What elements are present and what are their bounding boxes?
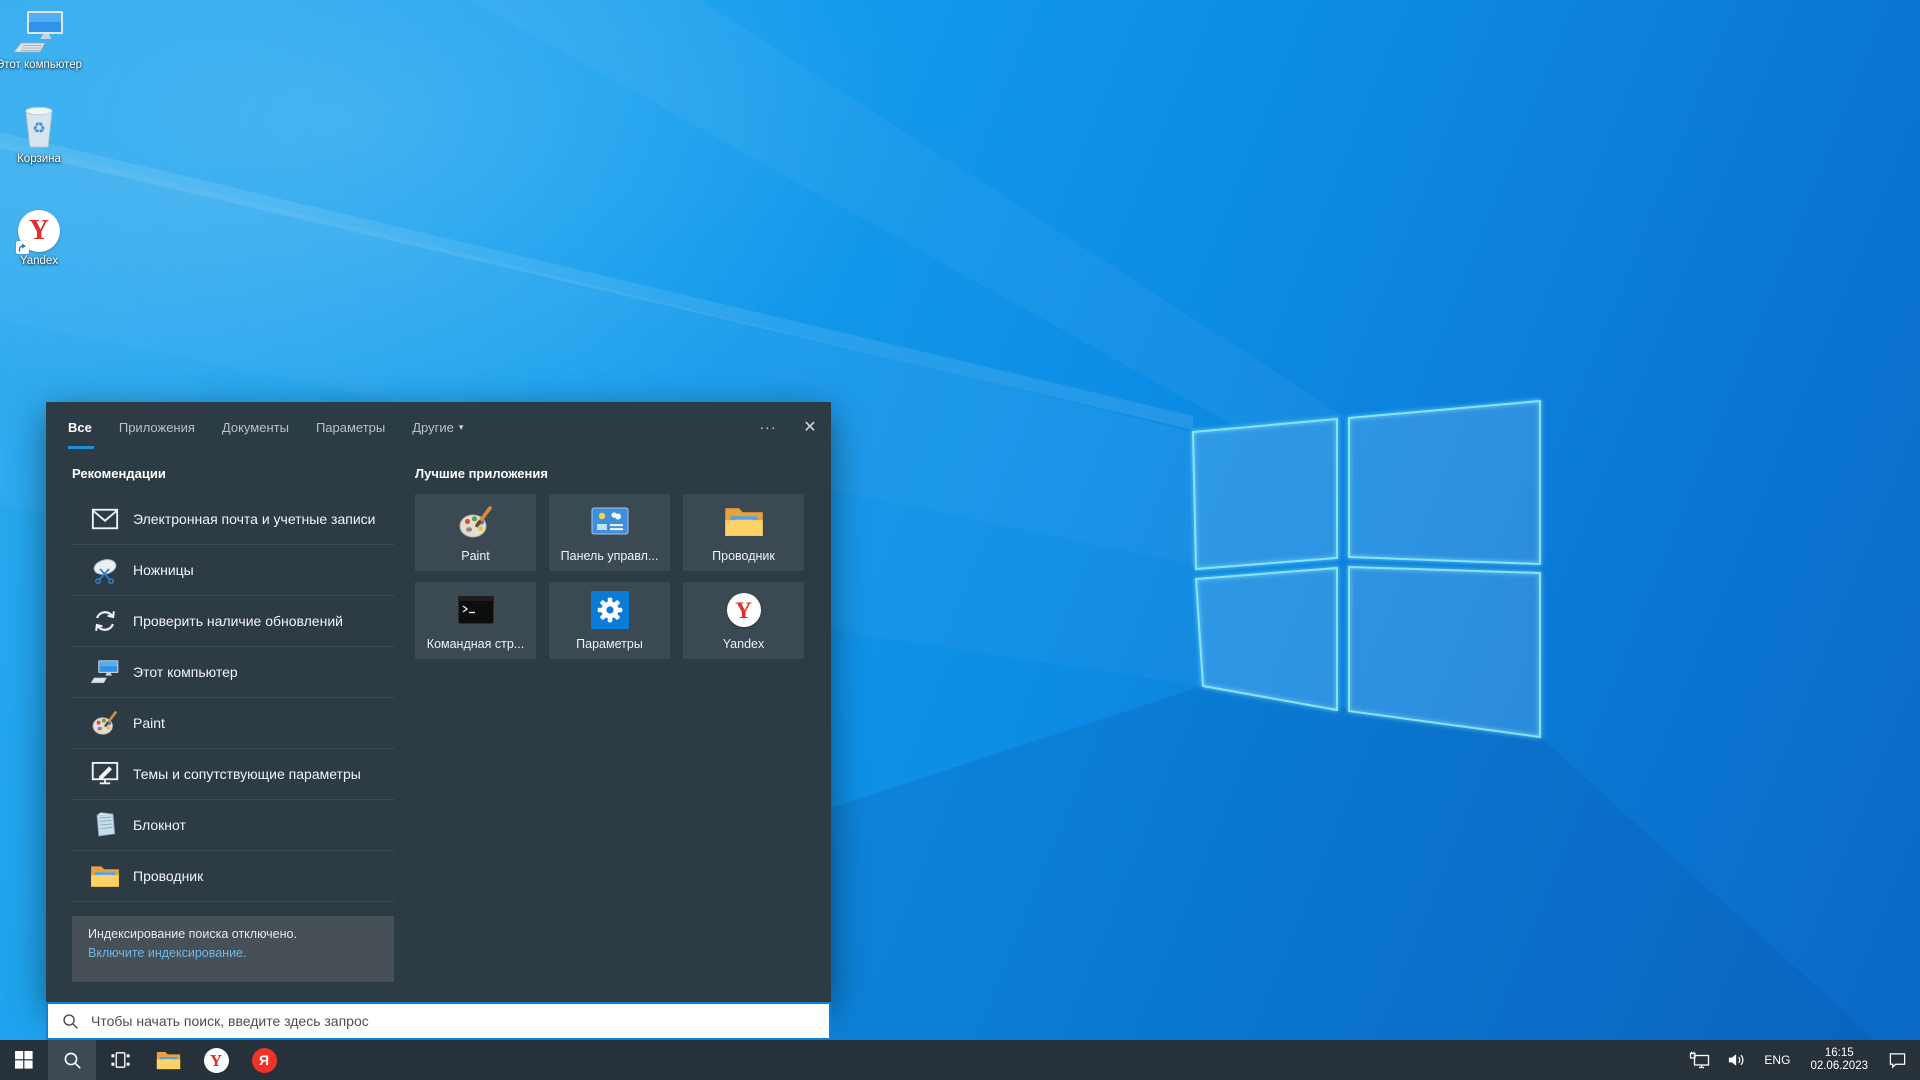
network-tray-button[interactable] xyxy=(1681,1040,1719,1080)
list-item-snipping-tool[interactable]: Ножницы xyxy=(72,545,394,596)
themes-icon xyxy=(90,759,120,789)
yandex-browser-button[interactable]: Y xyxy=(192,1040,240,1080)
speaker-icon xyxy=(1729,1054,1744,1066)
search-input[interactable] xyxy=(91,1004,829,1038)
control-panel-icon xyxy=(549,502,670,542)
search-icon xyxy=(64,1052,81,1069)
snipping-tool-icon xyxy=(90,555,120,585)
search-tabbar: Все Приложения Документы Параметры Други… xyxy=(46,402,831,452)
yandex-icon: Y xyxy=(683,590,804,630)
recycle-bin-icon: ♻ xyxy=(25,106,53,148)
action-center-button[interactable] xyxy=(1878,1040,1920,1080)
close-button[interactable]: ✕ xyxy=(789,402,831,452)
explorer-icon xyxy=(90,861,120,891)
svg-text:♻: ♻ xyxy=(32,119,45,137)
top-apps-grid: Paint Панель управл... Проводник Командн… xyxy=(415,494,807,659)
tile-control-panel[interactable]: Панель управл... xyxy=(549,494,670,571)
list-item-this-pc[interactable]: Этот компьютер xyxy=(72,647,394,698)
yandex-browser-icon: Y xyxy=(16,210,60,254)
task-view-icon xyxy=(110,1052,130,1068)
indexing-notice: Индексирование поиска отключено. Включит… xyxy=(72,916,394,982)
tile-yandex[interactable]: Y Yandex xyxy=(683,582,804,659)
tab-documents[interactable]: Документы xyxy=(222,402,289,452)
tile-explorer[interactable]: Проводник xyxy=(683,494,804,571)
panel-controls: ··· ✕ xyxy=(747,402,831,452)
list-item-explorer[interactable]: Проводник xyxy=(72,851,394,902)
update-icon xyxy=(90,606,120,636)
shortcut-arrow-icon xyxy=(16,241,29,254)
tab-all[interactable]: Все xyxy=(68,402,94,452)
desktop-icon-label: Корзина xyxy=(17,153,61,165)
clock-time: 16:15 xyxy=(1824,1047,1854,1059)
enable-indexing-link[interactable]: Включите индексирование. xyxy=(88,946,378,960)
cmd-icon xyxy=(415,590,536,630)
recommendations-title: Рекомендации xyxy=(72,466,166,481)
tab-more[interactable]: Другие ▾ xyxy=(412,402,463,452)
action-center-icon xyxy=(1889,1053,1906,1069)
windows-desktop: Этот компьютер ♻ Корзина Y Yandex Все Пр… xyxy=(0,0,1920,1080)
explorer-icon xyxy=(683,502,804,542)
tile-paint[interactable]: Paint xyxy=(415,494,536,571)
volume-tray-button[interactable] xyxy=(1719,1040,1754,1080)
language-indicator[interactable]: ENG xyxy=(1754,1040,1800,1080)
recommendations-list: Электронная почта и учетные записи Ножни… xyxy=(72,494,394,902)
list-item-mail[interactable]: Электронная почта и учетные записи xyxy=(72,494,394,545)
tab-settings[interactable]: Параметры xyxy=(316,402,385,452)
network-icon xyxy=(1690,1051,1710,1069)
taskbar: Y Я ENG 16:15 02.06.2023 xyxy=(0,1040,1920,1080)
list-item-notepad[interactable]: Блокнот xyxy=(72,800,394,851)
file-explorer-button[interactable] xyxy=(144,1040,192,1080)
desktop-icon-label: Yandex xyxy=(19,255,59,267)
windows-logo-icon xyxy=(15,1051,33,1069)
paint-icon xyxy=(90,708,120,738)
search-flyout-panel: Все Приложения Документы Параметры Други… xyxy=(46,402,831,1002)
list-item-check-updates[interactable]: Проверить наличие обновлений xyxy=(72,596,394,647)
start-button[interactable] xyxy=(0,1040,48,1080)
desktop-icon-yandex[interactable]: Y Yandex xyxy=(0,202,83,268)
settings-icon xyxy=(549,590,670,630)
taskbar-search-button[interactable] xyxy=(48,1040,96,1080)
yandex-app-icon: Я xyxy=(251,1047,277,1073)
overflow-menu-button[interactable]: ··· xyxy=(747,402,789,452)
yandex-browser-icon: Y xyxy=(203,1047,229,1073)
clock-date: 02.06.2023 xyxy=(1810,1060,1868,1072)
clock[interactable]: 16:15 02.06.2023 xyxy=(1800,1040,1878,1080)
notepad-icon xyxy=(90,810,120,840)
system-tray: ENG 16:15 02.06.2023 xyxy=(1681,1040,1920,1080)
indexing-notice-text: Индексирование поиска отключено. xyxy=(88,927,297,941)
list-item-paint[interactable]: Paint xyxy=(72,698,394,749)
tile-settings[interactable]: Параметры xyxy=(549,582,670,659)
mail-icon xyxy=(90,504,120,534)
this-pc-icon xyxy=(90,657,120,687)
yandex-app-button[interactable]: Я xyxy=(240,1040,288,1080)
desktop-icon-recycle-bin[interactable]: ♻ Корзина xyxy=(0,100,83,166)
search-icon xyxy=(62,1013,79,1030)
explorer-icon xyxy=(156,1051,180,1069)
paint-icon xyxy=(415,502,536,542)
tab-apps[interactable]: Приложения xyxy=(119,402,195,452)
desktop-icon-this-pc[interactable]: Этот компьютер xyxy=(0,6,83,72)
this-pc-icon xyxy=(13,11,63,53)
top-apps-title: Лучшие приложения xyxy=(415,466,548,481)
desktop-icon-label: Этот компьютер xyxy=(0,59,82,71)
taskbar-search-box xyxy=(46,1002,831,1040)
yandex-letter: Y xyxy=(28,215,50,246)
tile-cmd[interactable]: Командная стр... xyxy=(415,582,536,659)
list-item-themes[interactable]: Темы и сопутствующие параметры xyxy=(72,749,394,800)
chevron-down-icon: ▾ xyxy=(458,421,464,432)
task-view-button[interactable] xyxy=(96,1040,144,1080)
